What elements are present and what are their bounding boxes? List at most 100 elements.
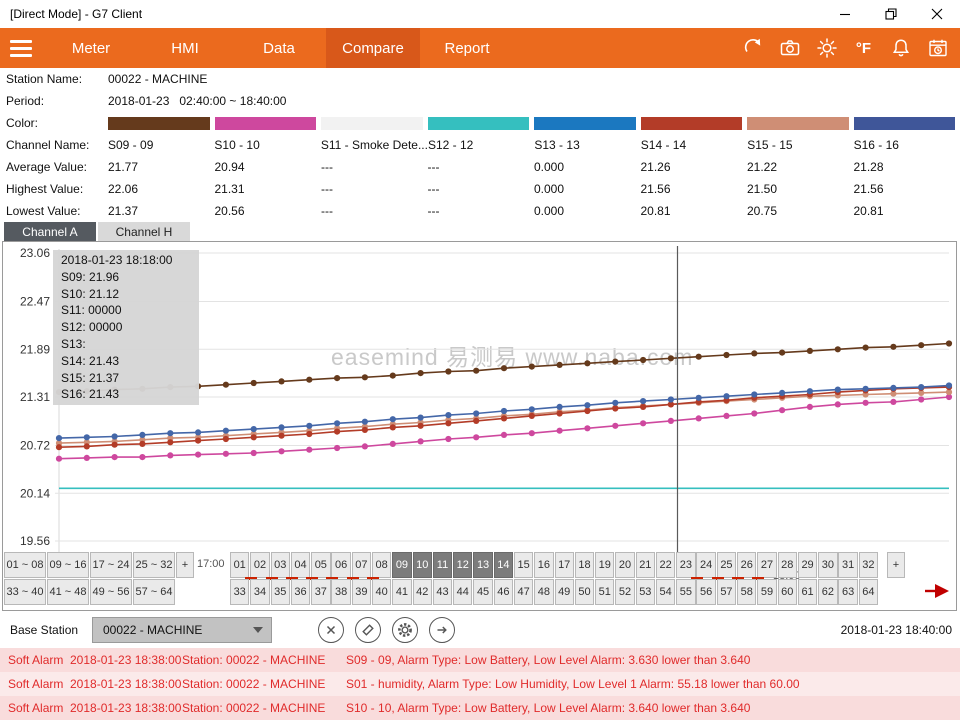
- channel-number-button[interactable]: 53: [636, 579, 655, 605]
- sync-icon[interactable]: [734, 28, 771, 68]
- channel-number-button[interactable]: 22: [656, 552, 675, 578]
- channel-number-button[interactable]: 59: [757, 579, 776, 605]
- channel-number-button[interactable]: 60: [778, 579, 797, 605]
- trend-chart[interactable]: easemind 易测易 www.naba.com 23.0622.4721.8…: [2, 241, 957, 611]
- channel-number-button[interactable]: 13: [473, 552, 492, 578]
- channel-number-button[interactable]: 17: [555, 552, 574, 578]
- alerts-bell-icon[interactable]: [882, 28, 919, 68]
- channel-number-button[interactable]: 47: [514, 579, 533, 605]
- settings-button[interactable]: [392, 617, 418, 643]
- channel-number-button[interactable]: 55: [676, 579, 695, 605]
- close-button[interactable]: [914, 0, 960, 28]
- channel-number-button[interactable]: 29: [798, 552, 817, 578]
- channel-group-button[interactable]: 57 ~ 64: [133, 579, 175, 605]
- menu-icon[interactable]: [0, 28, 44, 68]
- channel-number-button[interactable]: 52: [615, 579, 634, 605]
- alarm-row[interactable]: Soft Alarm2018-01-23 18:38:00Station: 00…: [0, 696, 960, 720]
- channel-group-button[interactable]: 41 ~ 48: [47, 579, 89, 605]
- channel-number-button[interactable]: 64: [859, 579, 878, 605]
- channel-number-button[interactable]: 43: [433, 579, 452, 605]
- nav-tab-hmi[interactable]: HMI: [138, 28, 232, 68]
- channel-group-button[interactable]: 49 ~ 56: [90, 579, 132, 605]
- channel-number-button[interactable]: 49: [555, 579, 574, 605]
- channel-group-button[interactable]: 09 ~ 16: [47, 552, 89, 578]
- channel-number-button[interactable]: 58: [737, 579, 756, 605]
- channel-number-button[interactable]: 41: [392, 579, 411, 605]
- add-channel-button[interactable]: +: [887, 552, 905, 578]
- channel-number-button[interactable]: 10: [413, 552, 432, 578]
- channel-number-button[interactable]: 11: [433, 552, 452, 578]
- channel-number-button[interactable]: 45: [473, 579, 492, 605]
- channel-number-button[interactable]: 48: [534, 579, 553, 605]
- channel-group-button[interactable]: 25 ~ 32: [133, 552, 175, 578]
- channel-number-button[interactable]: 57: [717, 579, 736, 605]
- channel-number-button[interactable]: 34: [250, 579, 269, 605]
- channel-number-button[interactable]: 39: [352, 579, 371, 605]
- channel-number-button[interactable]: 33: [230, 579, 249, 605]
- nav-tab-meter[interactable]: Meter: [44, 28, 138, 68]
- channel-number-button[interactable]: 30: [818, 552, 837, 578]
- channel-number-button[interactable]: 23: [676, 552, 695, 578]
- channel-number-button[interactable]: 27: [757, 552, 776, 578]
- nav-tab-compare[interactable]: Compare: [326, 28, 420, 68]
- channel-number-button[interactable]: 04: [291, 552, 310, 578]
- channel-number-button[interactable]: 32: [859, 552, 878, 578]
- channel-number-button[interactable]: 62: [818, 579, 837, 605]
- channel-group-button[interactable]: 17 ~ 24: [90, 552, 132, 578]
- channel-number-button[interactable]: 50: [575, 579, 594, 605]
- tab-channel-h[interactable]: Channel H: [98, 222, 190, 241]
- channel-number-button[interactable]: 06: [331, 552, 350, 578]
- schedule-calendar-icon[interactable]: [919, 28, 956, 68]
- channel-number-button[interactable]: 40: [372, 579, 391, 605]
- next-page-arrow-button[interactable]: [925, 583, 951, 602]
- channel-number-button[interactable]: 15: [514, 552, 533, 578]
- channel-number-button[interactable]: 09: [392, 552, 411, 578]
- channel-number-button[interactable]: 18: [575, 552, 594, 578]
- channel-group-button[interactable]: 01 ~ 08: [4, 552, 46, 578]
- channel-number-button[interactable]: 01: [230, 552, 249, 578]
- channel-number-button[interactable]: 20: [615, 552, 634, 578]
- channel-number-button[interactable]: 51: [595, 579, 614, 605]
- channel-number-button[interactable]: 28: [778, 552, 797, 578]
- channel-number-button[interactable]: 14: [494, 552, 513, 578]
- alarm-row[interactable]: Soft Alarm2018-01-23 18:38:00Station: 00…: [0, 672, 960, 696]
- minimize-button[interactable]: [822, 0, 868, 28]
- base-station-select[interactable]: 00022 - MACHINE: [92, 617, 272, 643]
- channel-number-button[interactable]: 19: [595, 552, 614, 578]
- channel-number-button[interactable]: 63: [838, 579, 857, 605]
- channel-number-button[interactable]: 46: [494, 579, 513, 605]
- channel-group-button[interactable]: 33 ~ 40: [4, 579, 46, 605]
- channel-number-button[interactable]: 61: [798, 579, 817, 605]
- channel-number-button[interactable]: 12: [453, 552, 472, 578]
- add-group-button[interactable]: +: [176, 552, 194, 578]
- channel-number-button[interactable]: 35: [271, 579, 290, 605]
- channel-number-button[interactable]: 36: [291, 579, 310, 605]
- go-button[interactable]: [429, 617, 455, 643]
- nav-tab-data[interactable]: Data: [232, 28, 326, 68]
- channel-number-button[interactable]: 24: [696, 552, 715, 578]
- channel-number-button[interactable]: 05: [311, 552, 330, 578]
- alarm-row[interactable]: Soft Alarm2018-01-23 18:38:00Station: 00…: [0, 648, 960, 672]
- tab-channel-a[interactable]: Channel A: [4, 222, 96, 241]
- channel-number-button[interactable]: 02: [250, 552, 269, 578]
- channel-number-button[interactable]: 31: [838, 552, 857, 578]
- channel-number-button[interactable]: 03: [271, 552, 290, 578]
- channel-number-button[interactable]: 37: [311, 579, 330, 605]
- channel-number-button[interactable]: 44: [453, 579, 472, 605]
- nav-tab-report[interactable]: Report: [420, 28, 514, 68]
- channel-number-button[interactable]: 07: [352, 552, 371, 578]
- channel-number-button[interactable]: 38: [331, 579, 350, 605]
- channel-number-button[interactable]: 16: [534, 552, 553, 578]
- channel-number-button[interactable]: 08: [372, 552, 391, 578]
- channel-number-button[interactable]: 25: [717, 552, 736, 578]
- eraser-button[interactable]: [355, 617, 381, 643]
- channel-number-button[interactable]: 42: [413, 579, 432, 605]
- clear-button[interactable]: [318, 617, 344, 643]
- temperature-unit-button[interactable]: °F: [845, 28, 882, 68]
- camera-icon[interactable]: [771, 28, 808, 68]
- brightness-icon[interactable]: [808, 28, 845, 68]
- channel-number-button[interactable]: 26: [737, 552, 756, 578]
- channel-number-button[interactable]: 21: [636, 552, 655, 578]
- channel-number-button[interactable]: 54: [656, 579, 675, 605]
- restore-button[interactable]: [868, 0, 914, 28]
